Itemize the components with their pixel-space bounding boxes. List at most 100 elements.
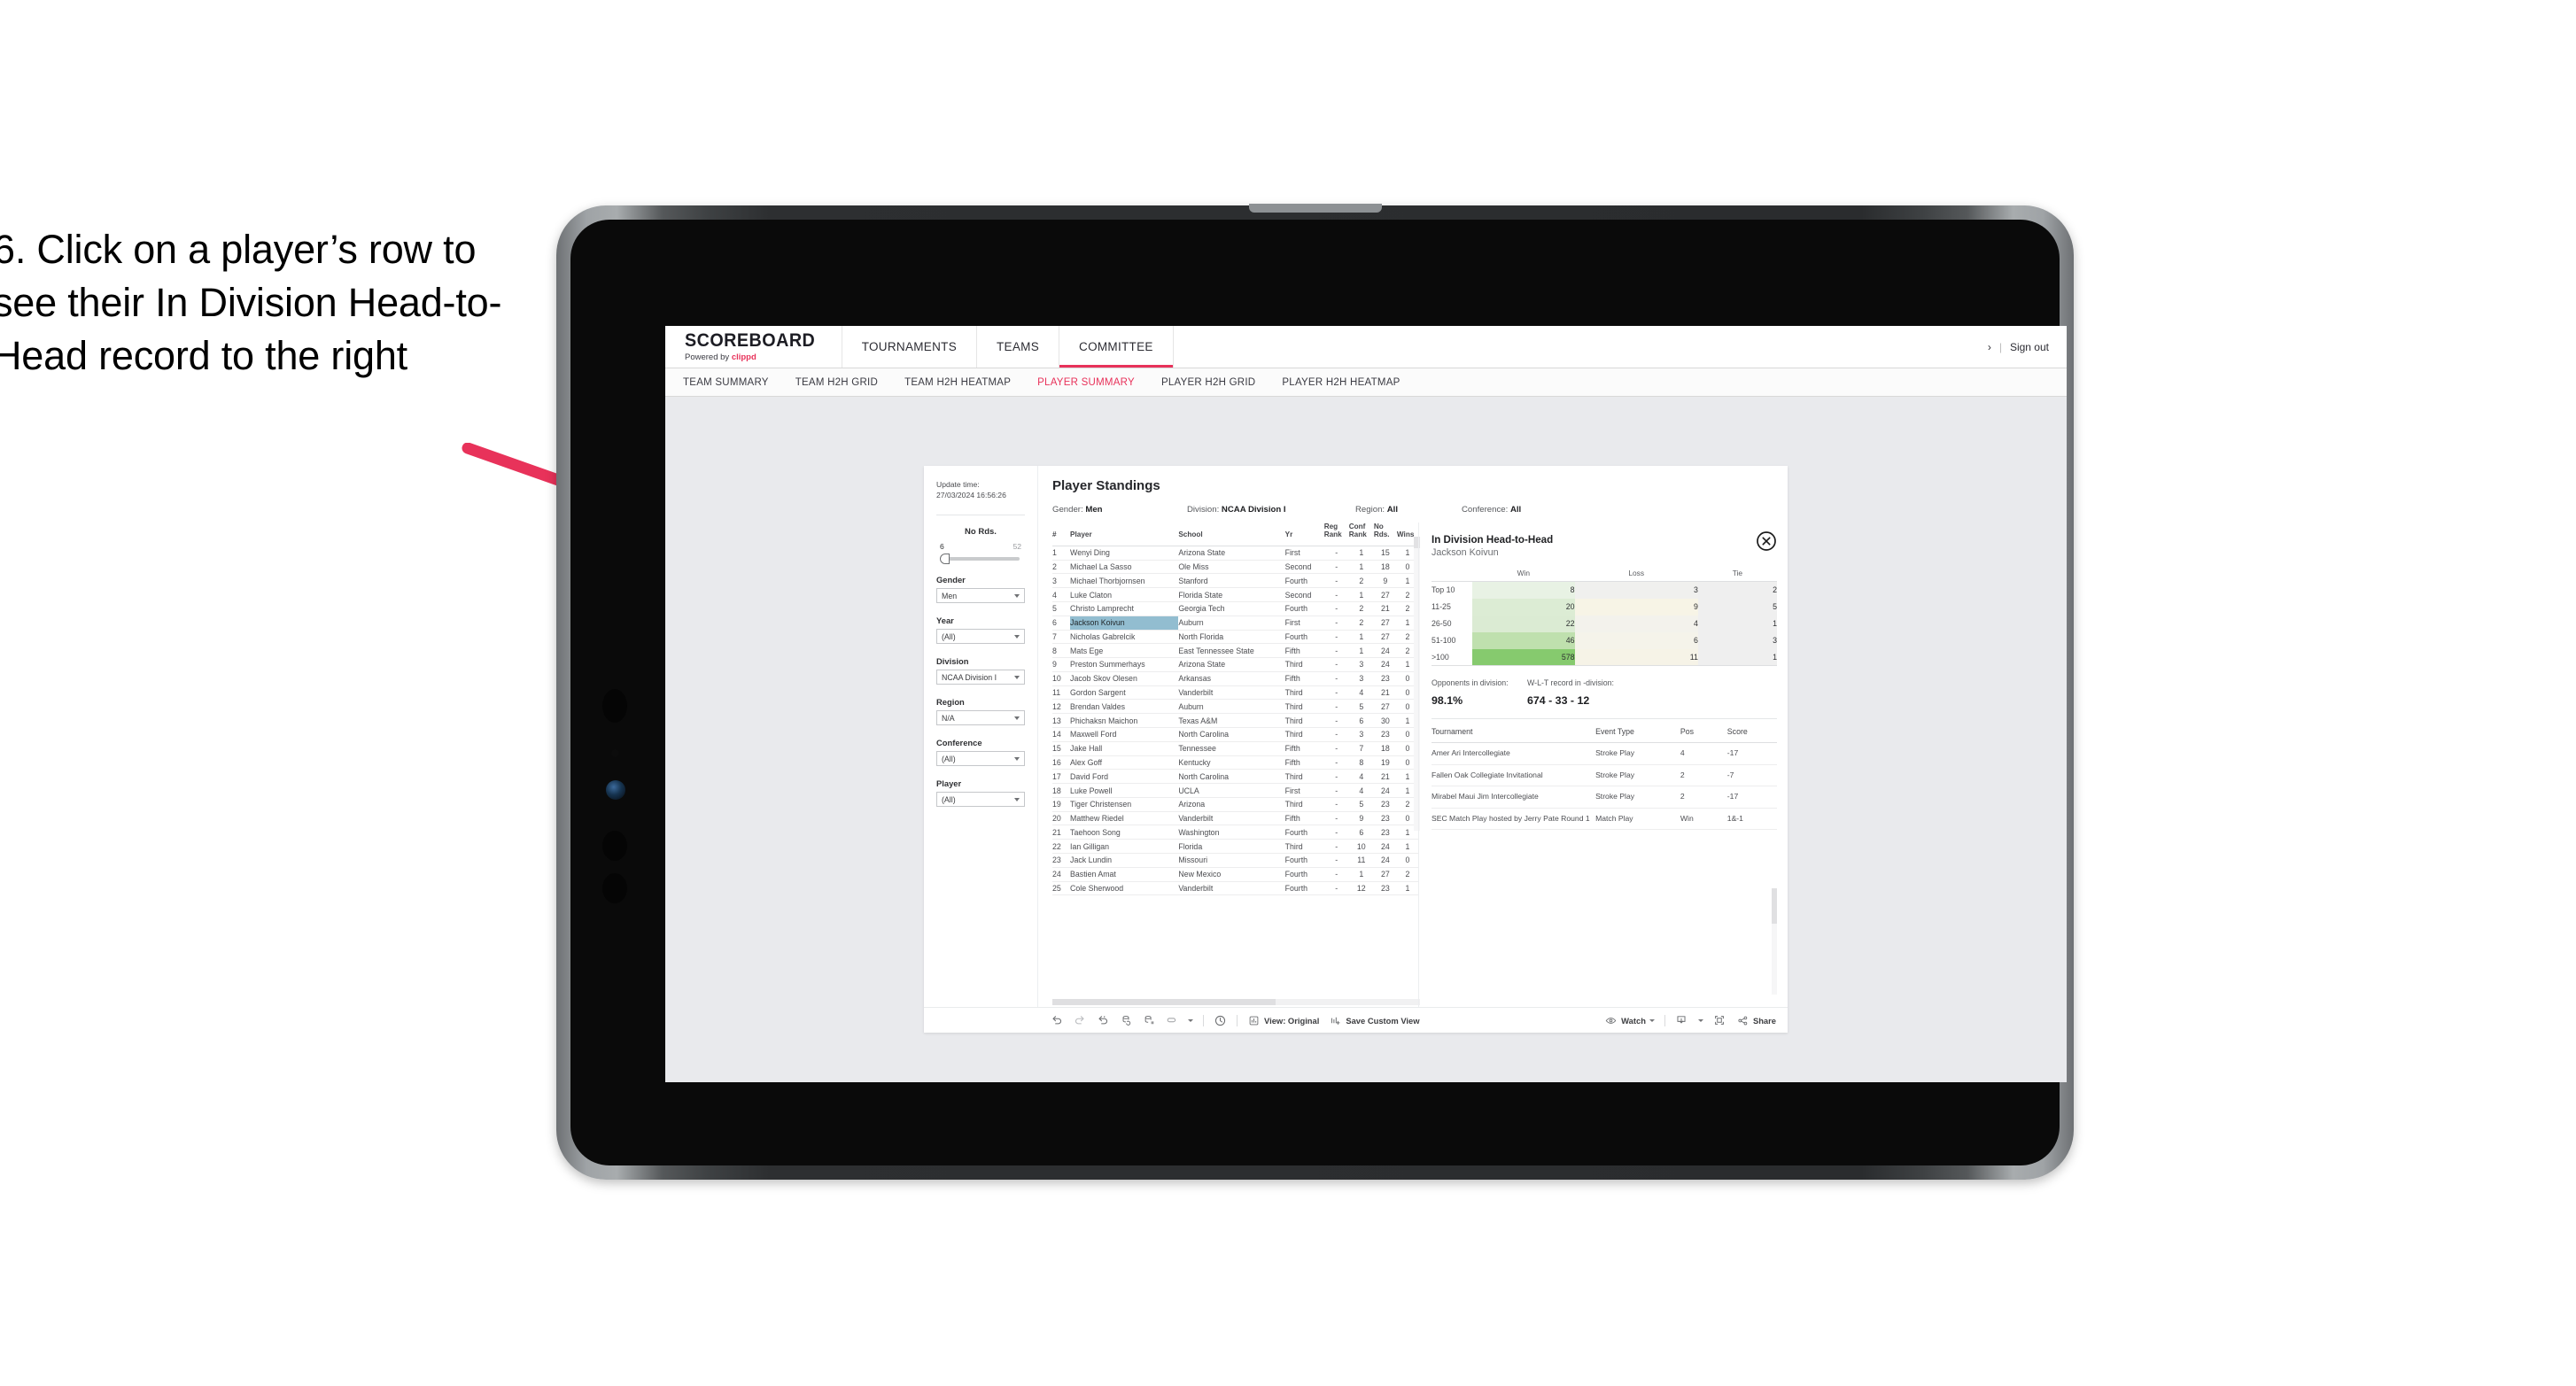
table-row[interactable]: 13 Phichaksn Maichon Texas A&M Third -6 30 1 (1052, 713, 1418, 728)
table-row[interactable]: 3 Michael Thorbjornsen Stanford Fourth -2 9 1 (1052, 573, 1418, 589)
share-button[interactable]: Share (1736, 1014, 1776, 1027)
tournament-cell-pos: 4 (1680, 742, 1727, 765)
topnav-item-committee[interactable]: COMMITTEE (1059, 326, 1174, 368)
standings-horizontal-scrollbar[interactable] (1052, 999, 1420, 1005)
download-icon[interactable] (1675, 1014, 1688, 1027)
col-tournament[interactable]: Tournament (1432, 721, 1596, 743)
table-row[interactable]: 25 Cole Sherwood Vanderbilt Fourth -12 23 1 (1052, 881, 1418, 896)
tab-player-h2h-heatmap[interactable]: PLAYER H2H HEATMAP (1282, 377, 1400, 388)
table-row[interactable]: 1 Wenyi Ding Arizona State First -1 15 1 (1052, 546, 1418, 561)
table-row[interactable]: 17 David Ford North Carolina Third -4 21 1 (1052, 769, 1418, 785)
table-row[interactable]: 21 Taehoon Song Washington Fourth -6 23 1 (1052, 825, 1418, 840)
meta-gender-value: Men (1085, 505, 1103, 515)
toolbar-divider (1203, 1014, 1204, 1026)
user-chevron-icon[interactable]: › (1988, 341, 1991, 353)
col-yr[interactable]: Yr (1284, 523, 1324, 546)
tab-team-summary[interactable]: TEAM SUMMARY (683, 377, 769, 388)
pause-updates-icon[interactable] (1142, 1014, 1155, 1027)
table-row[interactable]: 2 Michael La Sasso Ole Miss Second -1 18 0 (1052, 560, 1418, 575)
brand-logo[interactable]: SCOREBOARD Powered by clippd (665, 326, 842, 368)
table-row[interactable]: 8 Mats Ege East Tennessee State Fifth -1 24 2 (1052, 643, 1418, 659)
view-original-button[interactable]: View: Original (1247, 1014, 1319, 1027)
dropdown-caret-icon[interactable] (1188, 1018, 1193, 1022)
col-rank[interactable]: # (1052, 523, 1071, 546)
standings-cell-yr: Fourth (1284, 881, 1324, 896)
refresh-data-icon[interactable] (1119, 1014, 1132, 1027)
table-row[interactable]: 15 Jake Hall Tennessee Fifth -7 18 0 (1052, 741, 1418, 756)
scrollbar-thumb[interactable] (1052, 999, 1276, 1005)
topnav-item-tournaments[interactable]: TOURNAMENTS (842, 326, 977, 368)
side-button-upper[interactable] (602, 831, 627, 861)
col-player[interactable]: Player (1070, 523, 1179, 546)
table-row[interactable]: 24 Bastien Amat New Mexico Fourth -1 27 2 (1052, 867, 1418, 882)
standings-cell-nords: 21 (1373, 685, 1397, 701)
standings-cell-yr: Fourth (1284, 573, 1324, 589)
filter-label-gender: Gender (936, 575, 966, 585)
tournament-row[interactable]: Amer Ari Intercollegiate Stroke Play 4 -17 (1432, 742, 1777, 765)
table-row[interactable]: 22 Ian Gilligan Florida Third -10 24 1 (1052, 839, 1418, 855)
table-row[interactable]: 12 Brendan Valdes Auburn Third -5 27 0 (1052, 699, 1418, 715)
standings-cell-nords: 9 (1373, 573, 1397, 589)
col-school[interactable]: School (1178, 523, 1285, 546)
col-conf-rank[interactable]: Conf Rank (1348, 523, 1374, 546)
standings-cell-num: 23 (1052, 853, 1071, 868)
revert-icon[interactable] (1096, 1014, 1109, 1027)
tournament-cell-score: -7 (1726, 764, 1777, 787)
tab-team-h2h-grid[interactable]: TEAM H2H GRID (795, 377, 878, 388)
table-row[interactable]: 5 Christo Lamprecht Georgia Tech Fourth -2 21… (1052, 601, 1418, 616)
table-row[interactable]: 18 Luke Powell UCLA First -4 24 1 (1052, 783, 1418, 798)
fullscreen-icon[interactable] (1713, 1014, 1726, 1027)
slider-thumb[interactable] (940, 554, 950, 565)
table-row[interactable]: 19 Tiger Christensen Arizona Third -5 23 2 (1052, 797, 1418, 812)
sign-out-link[interactable]: Sign out (2010, 341, 2049, 353)
standings-cell-school: Florida State (1178, 587, 1285, 602)
filter-select-gender[interactable]: Men (936, 588, 1025, 604)
table-row[interactable]: 4 Luke Claton Florida State Second -1 27 2 (1052, 587, 1418, 602)
table-row[interactable]: 20 Matthew Riedel Vanderbilt Fifth -9 23 0 (1052, 811, 1418, 826)
tournament-row[interactable]: Fallen Oak Collegiate Invitational Stroke… (1432, 764, 1777, 787)
col-event-type[interactable]: Event Type (1595, 721, 1680, 743)
table-row[interactable]: 23 Jack Lundin Missouri Fourth -11 24 0 (1052, 853, 1418, 868)
tab-player-summary[interactable]: PLAYER SUMMARY (1037, 377, 1135, 388)
close-circle-icon[interactable] (1756, 530, 1777, 552)
table-row[interactable]: 7 Nicholas Gabrelcik North Florida Fourth -1… (1052, 630, 1418, 645)
filter-select-conference[interactable]: (All) (936, 751, 1025, 767)
watch-button[interactable]: Watch (1604, 1014, 1655, 1027)
table-row[interactable]: 11 Gordon Sargent Vanderbilt Third -4 21 0 (1052, 685, 1418, 701)
dropdown-caret-icon[interactable] (1697, 1018, 1703, 1022)
tournament-row[interactable]: SEC Match Play hosted by Jerry Pate Roun… (1432, 808, 1777, 831)
col-reg-rank[interactable]: Reg Rank (1323, 523, 1349, 546)
filter-select-player[interactable]: (All) (936, 792, 1025, 808)
redo-icon[interactable] (1073, 1014, 1086, 1027)
filter-select-division[interactable]: NCAA Division I (936, 670, 1025, 685)
tab-team-h2h-heatmap[interactable]: TEAM H2H HEATMAP (904, 377, 1011, 388)
no-rounds-slider[interactable]: No Rds. 6 52 (936, 527, 1025, 565)
table-row[interactable]: 10 Jacob Skov Olesen Arkansas Fifth -3 23 0 (1052, 671, 1418, 686)
scrollbar-thumb[interactable] (1772, 888, 1777, 924)
highlight-icon[interactable] (1165, 1014, 1178, 1027)
table-row[interactable]: 6 Jackson Koivun Auburn First -2 27 1 (1052, 616, 1418, 631)
col-no-rds[interactable]: No Rds. (1373, 523, 1397, 546)
undo-icon[interactable] (1050, 1014, 1063, 1027)
slider-track[interactable] (940, 554, 1020, 565)
col-pos[interactable]: Pos (1680, 721, 1727, 743)
tab-player-h2h-grid[interactable]: PLAYER H2H GRID (1161, 377, 1255, 388)
standings-cell-nords: 15 (1373, 546, 1397, 561)
table-row[interactable]: 9 Preston Summerhays Arizona State Third -3 2… (1052, 657, 1418, 672)
standings-cell-player: Tiger Christensen (1070, 797, 1179, 812)
table-row[interactable]: 14 Maxwell Ford North Carolina Third -3 23 0 (1052, 727, 1418, 742)
topnav-item-teams[interactable]: TEAMS (977, 326, 1060, 368)
summary-record-value: 674 - 33 - 12 (1527, 694, 1590, 707)
filter-select-year[interactable]: (All) (936, 629, 1025, 645)
standings-cell-reg: - (1323, 601, 1349, 616)
h2h-row: 11-25 20 9 5 (1432, 598, 1777, 616)
filter-select-region[interactable]: N/A (936, 710, 1025, 726)
side-button-lower[interactable] (602, 873, 627, 903)
tournament-row[interactable]: Mirabel Maui Jim Intercollegiate Stroke P… (1432, 786, 1777, 809)
save-custom-view-button[interactable]: Save Custom View (1329, 1014, 1420, 1027)
table-row[interactable]: 16 Alex Goff Kentucky Fifth -8 19 0 (1052, 755, 1418, 770)
standings-cell-school: Tennessee (1178, 741, 1285, 756)
history-icon[interactable] (1214, 1014, 1227, 1027)
tournament-scrollbar[interactable] (1772, 888, 1777, 995)
col-score[interactable]: Score (1726, 721, 1777, 743)
